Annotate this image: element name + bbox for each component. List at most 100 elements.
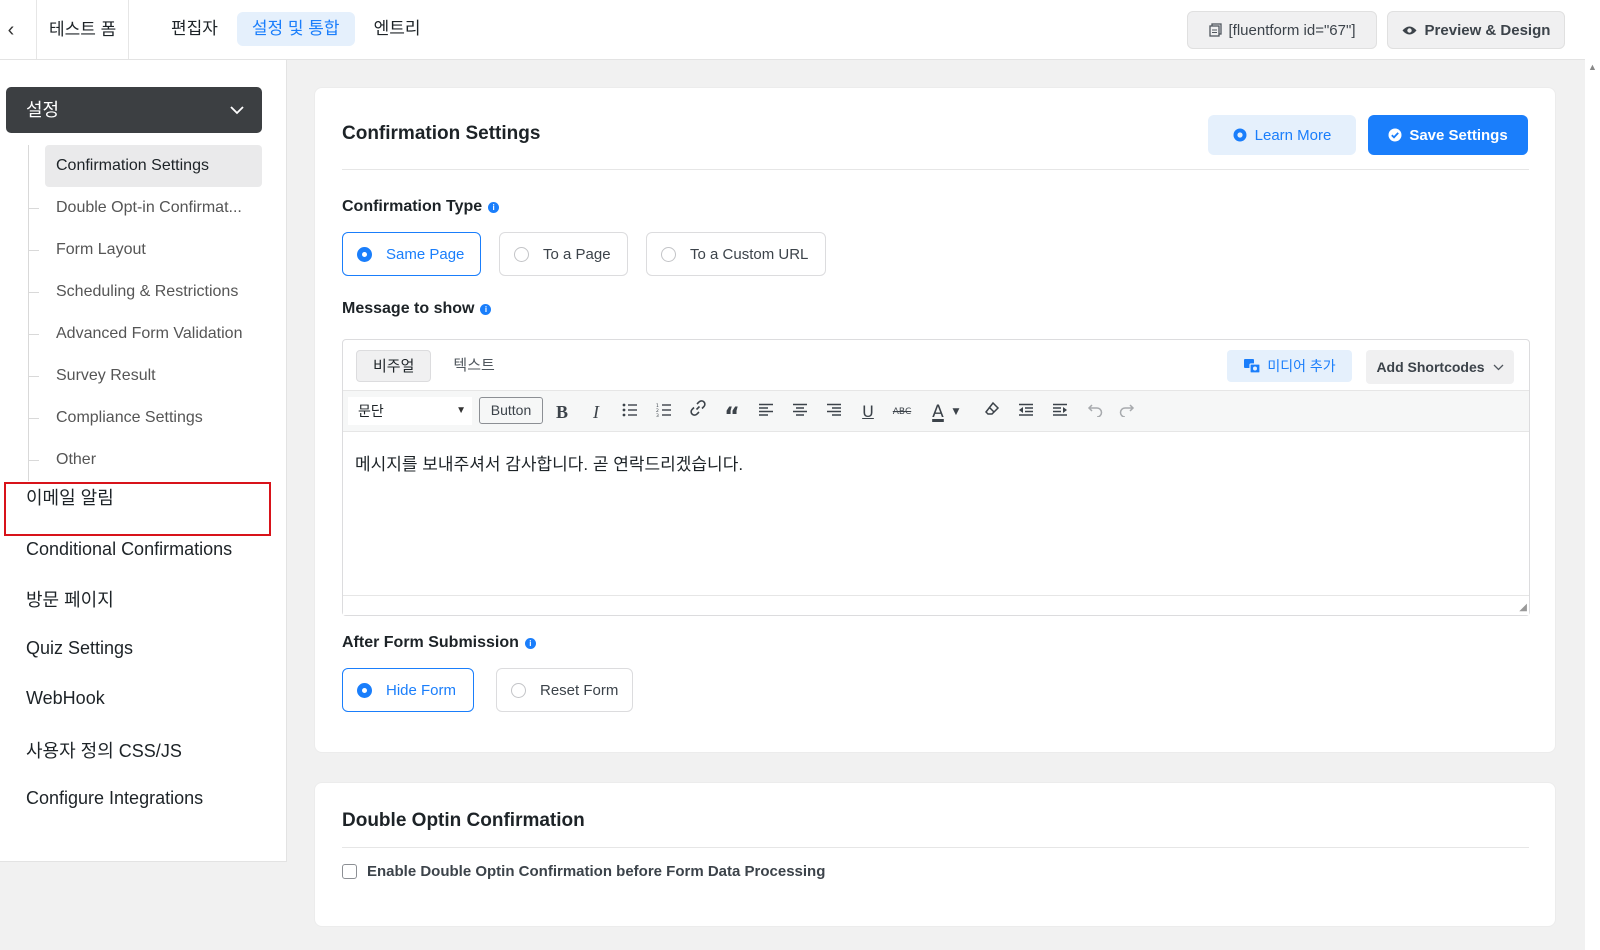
message-editor: 비주얼 텍스트 미디어 추가 Add Shortcodes 문단 ▼ Butto… <box>342 339 1530 616</box>
chevron-down-icon <box>1493 364 1504 370</box>
settings-dropdown-label: 설정 <box>26 100 60 120</box>
play-circle-icon <box>1233 128 1247 142</box>
top-bar: ‹ 테스트 폼 편집자 설정 및 통합 엔트리 [fluentform id="… <box>0 0 1585 60</box>
link-icon[interactable] <box>686 399 710 425</box>
nav-landing-page[interactable]: 방문 페이지 <box>26 586 114 612</box>
info-icon[interactable]: i <box>480 303 492 315</box>
align-left-icon[interactable] <box>754 399 778 425</box>
after-submission-label: After Form Submission i <box>342 634 536 652</box>
settings-dropdown[interactable]: 설정 <box>6 87 262 133</box>
add-shortcodes-button[interactable]: Add Shortcodes <box>1366 350 1514 384</box>
radio-indicator <box>357 246 372 262</box>
confirmation-type-label: Confirmation Type i <box>342 198 500 216</box>
save-settings-label: Save Settings <box>1409 126 1508 144</box>
resize-handle-icon[interactable]: ◢ <box>1519 602 1527 613</box>
editor-content[interactable]: 메시지를 보내주셔서 감사합니다. 곧 연락드리겠습니다. <box>355 450 743 475</box>
double-optin-card: Double Optin Confirmation Enable Double … <box>314 782 1556 927</box>
nav-custom-css-js[interactable]: 사용자 정의 CSS/JS <box>26 737 182 763</box>
form-title: 테스트 폼 <box>36 0 130 59</box>
subnav-compliance[interactable]: Compliance Settings <box>29 397 262 439</box>
radio-custom-url-label: To a Custom URL <box>690 245 809 263</box>
caret-down-icon: ▼ <box>456 405 466 416</box>
editor-toolbar: 문단 ▼ Button B I 123 “ U ABC A ▼ <box>343 390 1529 432</box>
tab-visual[interactable]: 비주얼 <box>356 350 432 382</box>
editor-status-bar: ◢ <box>343 595 1529 615</box>
nav-configure-integrations[interactable]: Configure Integrations <box>26 788 203 809</box>
radio-indicator <box>357 682 372 698</box>
align-right-icon[interactable] <box>822 399 846 425</box>
indent-icon[interactable] <box>1048 399 1072 425</box>
nav-conditional-confirmations[interactable]: Conditional Confirmations <box>26 539 232 560</box>
preview-design-button[interactable]: Preview & Design <box>1387 11 1565 49</box>
italic-icon[interactable]: I <box>584 399 608 425</box>
eye-icon <box>1402 26 1417 34</box>
radio-custom-url[interactable]: To a Custom URL <box>646 232 826 276</box>
align-center-icon[interactable] <box>788 399 812 425</box>
add-media-button[interactable]: 미디어 추가 <box>1227 350 1352 382</box>
info-icon[interactable]: i <box>524 637 536 649</box>
copy-icon <box>1208 23 1222 37</box>
clear-formatting-icon[interactable] <box>980 399 1004 425</box>
radio-to-a-page[interactable]: To a Page <box>499 232 628 276</box>
blockquote-icon[interactable]: “ <box>720 399 744 430</box>
radio-hide-form-label: Hide Form <box>386 681 457 699</box>
media-icon <box>1244 359 1261 374</box>
nav-quiz-settings[interactable]: Quiz Settings <box>26 638 133 659</box>
confirmation-settings-title: Confirmation Settings <box>342 123 541 144</box>
bullet-list-icon[interactable] <box>618 399 642 425</box>
double-optin-checkbox-label[interactable]: Enable Double Optin Confirmation before … <box>367 863 825 880</box>
scroll-up-icon[interactable]: ▲ <box>1588 62 1597 72</box>
underline-icon[interactable]: U <box>856 399 880 425</box>
page-scrollbar[interactable]: ▲ <box>1585 0 1600 950</box>
tab-settings-integrations[interactable]: 설정 및 통합 <box>236 12 355 46</box>
subnav-form-layout[interactable]: Form Layout <box>29 229 262 271</box>
radio-reset-form[interactable]: Reset Form <box>496 668 633 712</box>
save-settings-button[interactable]: Save Settings <box>1368 115 1528 155</box>
card-header-divider <box>342 169 1529 170</box>
tab-entries[interactable]: 엔트리 <box>359 12 436 46</box>
subnav-scheduling[interactable]: Scheduling & Restrictions <box>29 271 262 313</box>
insert-button-button[interactable]: Button <box>479 397 543 424</box>
highlight-annotation-box <box>4 482 271 536</box>
message-label-text: Message to show <box>342 300 475 317</box>
strikethrough-icon[interactable]: ABC <box>890 399 914 425</box>
radio-indicator <box>661 246 676 262</box>
outdent-icon[interactable] <box>1014 399 1038 425</box>
chevron-down-icon <box>230 87 244 133</box>
editor-mode-tabs: 비주얼 텍스트 <box>356 350 511 382</box>
shortcode-label: [fluentform id="67"] <box>1228 21 1356 39</box>
settings-sidebar: 설정 Confirmation Settings Double Opt-in C… <box>0 60 287 862</box>
settings-subnav: Confirmation Settings Double Opt-in Conf… <box>28 145 262 481</box>
redo-icon[interactable] <box>1116 399 1140 425</box>
info-icon[interactable]: i <box>488 201 500 213</box>
radio-hide-form[interactable]: Hide Form <box>342 668 474 712</box>
tab-editor[interactable]: 편집자 <box>156 12 233 46</box>
subnav-advanced-validation[interactable]: Advanced Form Validation <box>29 313 262 355</box>
subnav-survey-result[interactable]: Survey Result <box>29 355 262 397</box>
card-header-divider <box>342 847 1529 848</box>
shortcode-copy-button[interactable]: [fluentform id="67"] <box>1187 11 1377 49</box>
chevron-left-icon[interactable]: ‹ <box>0 16 22 44</box>
learn-more-label: Learn More <box>1254 126 1332 144</box>
subnav-other[interactable]: Other <box>29 439 262 481</box>
undo-icon[interactable] <box>1082 399 1106 425</box>
tab-text[interactable]: 텍스트 <box>437 350 510 382</box>
confirmation-type-label-text: Confirmation Type <box>342 198 483 215</box>
nav-webhook[interactable]: WebHook <box>26 688 105 709</box>
numbered-list-icon[interactable]: 123 <box>652 399 676 425</box>
subnav-double-optin[interactable]: Double Opt-in Confirmat... <box>29 187 262 229</box>
double-optin-checkbox[interactable] <box>342 864 357 879</box>
double-optin-title: Double Optin Confirmation <box>342 810 585 831</box>
text-color-icon[interactable]: A <box>926 399 950 425</box>
radio-same-page-label: Same Page <box>386 245 465 263</box>
radio-indicator <box>511 682 526 698</box>
subnav-confirmation-settings[interactable]: Confirmation Settings <box>45 145 262 187</box>
radio-same-page[interactable]: Same Page <box>342 232 481 276</box>
caret-down-icon[interactable]: ▼ <box>950 399 962 425</box>
bold-icon[interactable]: B <box>550 399 574 425</box>
paragraph-format-select[interactable]: 문단 ▼ <box>348 397 472 425</box>
format-value: 문단 <box>358 403 384 419</box>
learn-more-button[interactable]: Learn More <box>1208 115 1356 155</box>
top-tabs: 편집자 설정 및 통합 엔트리 <box>156 12 436 46</box>
add-media-label: 미디어 추가 <box>1267 358 1336 374</box>
